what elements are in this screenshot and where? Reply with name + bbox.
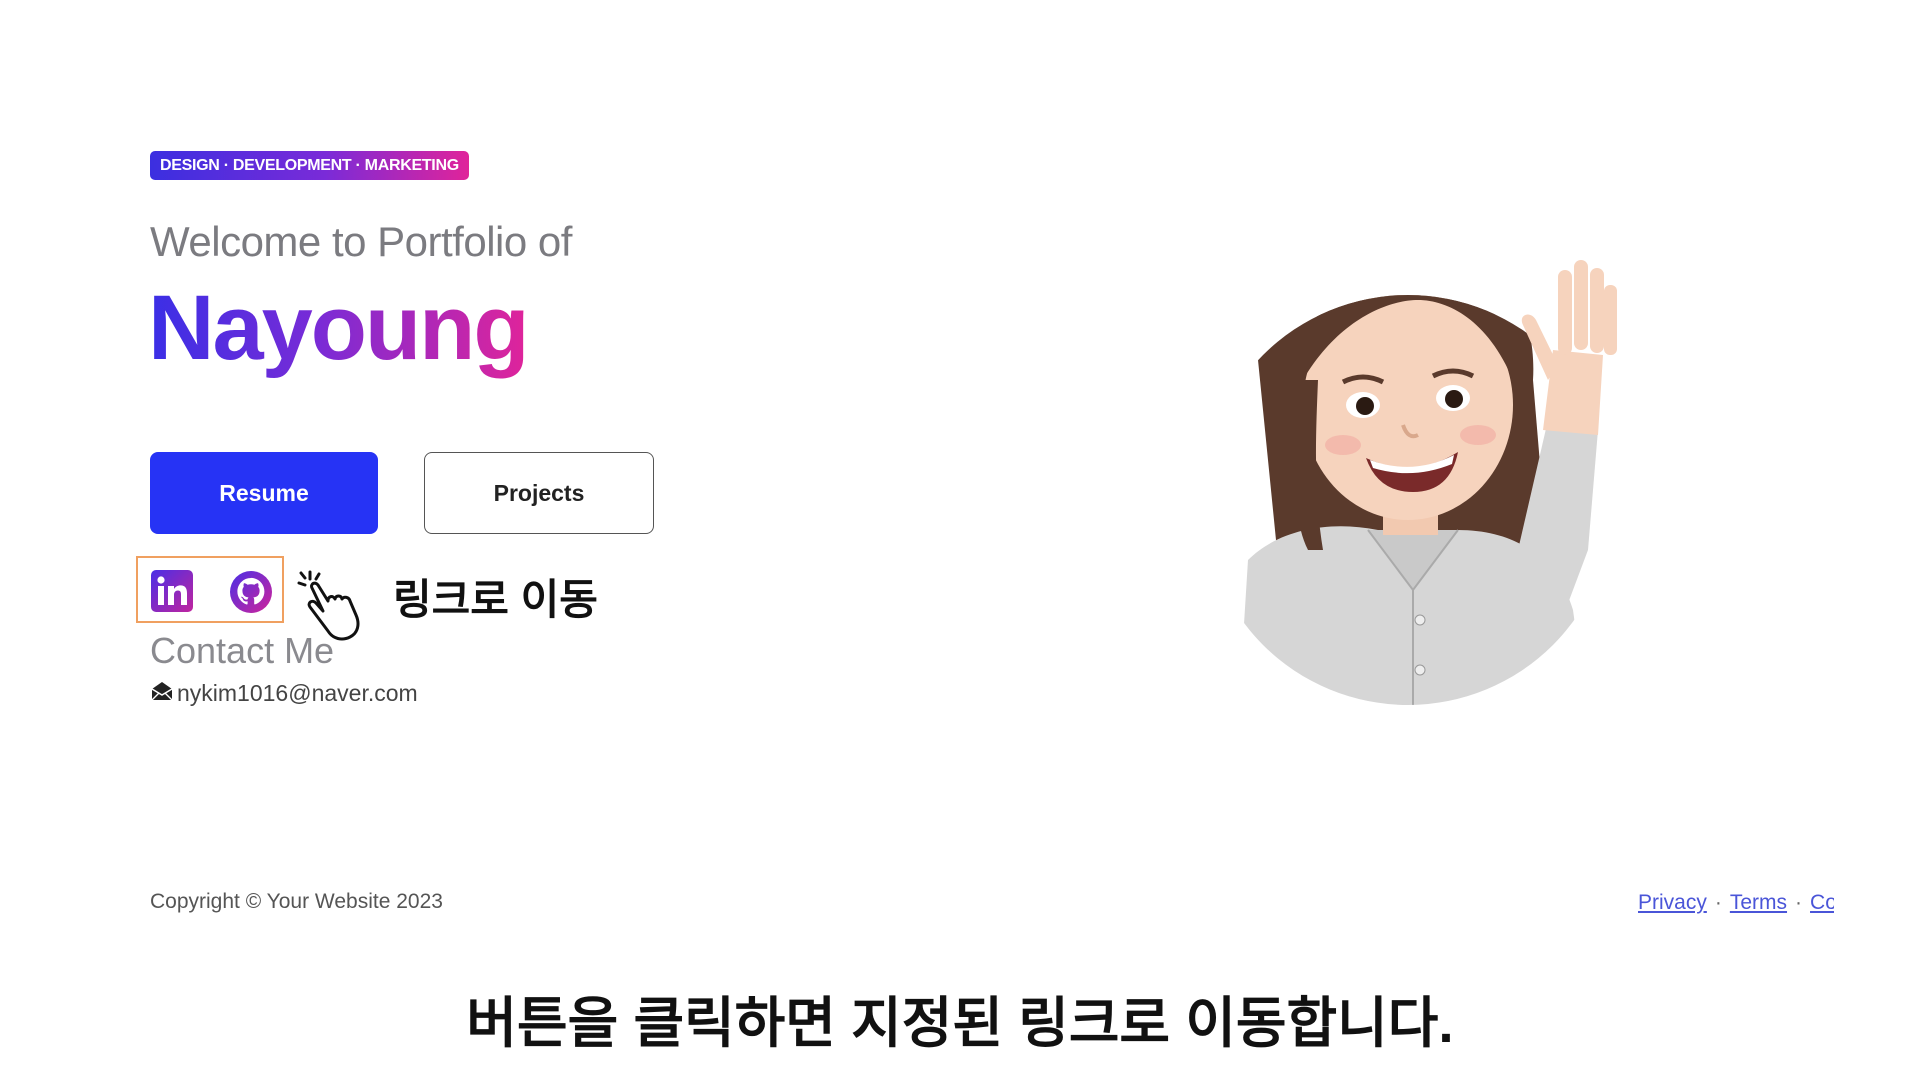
avatar [1218, 230, 1678, 720]
separator: · [1795, 891, 1803, 914]
owner-name-title: Nayoung [148, 277, 530, 379]
copyright-text: Copyright © Your Website 2023 [150, 890, 443, 913]
separator: · [1714, 891, 1722, 914]
email-row: nykim1016@naver.com [150, 680, 418, 707]
contact-heading: Contact Me [150, 630, 335, 671]
projects-button[interactable]: Projects [424, 452, 654, 534]
linkedin-icon[interactable] [150, 569, 194, 613]
contact-link[interactable]: Contact [1810, 891, 1834, 914]
github-icon[interactable] [228, 569, 274, 615]
privacy-link[interactable]: Privacy [1638, 891, 1707, 914]
tagline-badge: DESIGN · DEVELOPMENT · MARKETING [150, 151, 469, 180]
annotation-label: 링크로 이동 [393, 576, 598, 623]
footer-links: Privacy · Terms · Contact [1638, 891, 1834, 915]
mail-icon [150, 681, 174, 706]
welcome-heading: Welcome to Portfolio of [150, 218, 572, 265]
terms-link[interactable]: Terms [1730, 891, 1787, 914]
caption-subtitle: 버튼을 클릭하면 지정된 링크로 이동합니다. [466, 992, 1454, 1054]
resume-button[interactable]: Resume [150, 452, 378, 534]
email-link[interactable]: nykim1016@naver.com [177, 680, 418, 707]
